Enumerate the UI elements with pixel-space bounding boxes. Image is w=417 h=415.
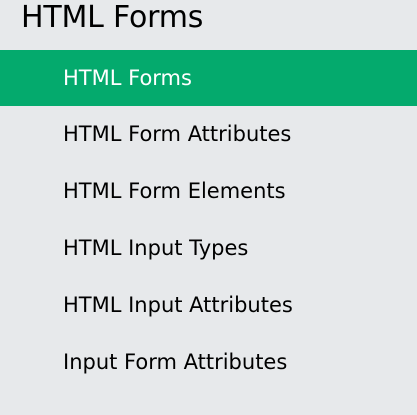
sidebar-item-html-form-elements[interactable]: HTML Form Elements: [0, 163, 417, 220]
section-title: HTML Forms: [21, 0, 204, 35]
nav-list: HTML Forms HTML Form Attributes HTML For…: [0, 50, 417, 391]
sidebar-nav: HTML Forms HTML Forms HTML Form Attribut…: [0, 0, 417, 415]
sidebar-item-input-form-attributes[interactable]: Input Form Attributes: [0, 334, 417, 391]
sidebar-item-html-input-types[interactable]: HTML Input Types: [0, 220, 417, 277]
sidebar-item-html-forms[interactable]: HTML Forms: [0, 50, 417, 106]
sidebar-item-html-input-attributes[interactable]: HTML Input Attributes: [0, 277, 417, 334]
sidebar-item-html-form-attributes[interactable]: HTML Form Attributes: [0, 106, 417, 163]
